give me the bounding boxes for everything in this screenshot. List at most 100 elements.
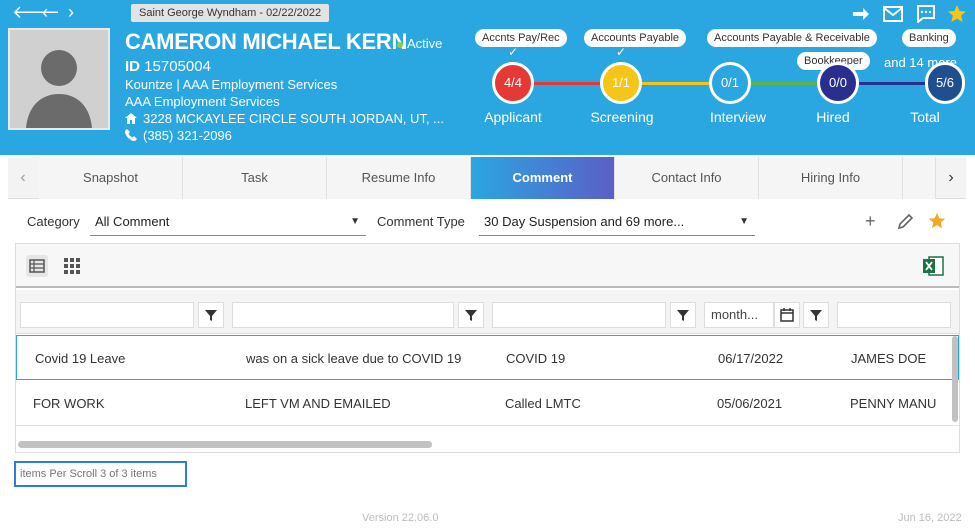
comment-title-cell: Covid 19 Leave bbox=[35, 351, 126, 366]
comment-type-cell: Called LMTC bbox=[505, 396, 581, 411]
category-select[interactable]: All Comment ▼ bbox=[90, 207, 366, 236]
avatar bbox=[8, 28, 110, 130]
location-chip: Saint George Wyndham - 02/22/2022 bbox=[131, 4, 330, 22]
mail-icon[interactable] bbox=[883, 5, 903, 23]
phone-line: (385) 321-2096 bbox=[125, 128, 232, 143]
version-text: Version 22.06.0 bbox=[362, 512, 439, 524]
excel-export-icon[interactable] bbox=[921, 254, 945, 278]
filter-button-type[interactable] bbox=[670, 302, 696, 328]
stage-label-interview: Interview bbox=[709, 109, 767, 125]
chevron-down-icon: ▼ bbox=[739, 216, 749, 227]
filter-input-title[interactable] bbox=[20, 302, 194, 328]
candidate-header: 🡐 ‹ › Saint George Wyndham - 02/22/2022 … bbox=[0, 0, 975, 155]
add-icon[interactable]: + bbox=[865, 212, 876, 230]
stage-applicant[interactable]: 4/4 bbox=[492, 62, 534, 104]
role-pill[interactable]: Accounts Payable & Receivable bbox=[707, 29, 877, 47]
grid-view-icon[interactable] bbox=[60, 254, 84, 278]
table-row[interactable]: Covid 19 Leave was on a sick leave due t… bbox=[16, 335, 959, 380]
vertical-scrollbar[interactable] bbox=[952, 336, 958, 422]
tab-contact-info[interactable]: Contact Info bbox=[615, 157, 759, 199]
comment-title-cell: FOR WORK bbox=[33, 396, 105, 411]
comment-grid: month... Covid 19 Leave was on a sick le… bbox=[15, 243, 960, 453]
tab-overflow bbox=[903, 157, 936, 199]
tab-comment[interactable]: Comment bbox=[471, 157, 615, 199]
role-pill[interactable]: Accounts Payable bbox=[584, 29, 687, 47]
tab-scroll-left-icon[interactable]: ‹ bbox=[8, 157, 38, 199]
star-icon[interactable] bbox=[947, 5, 967, 23]
filter-funnel-icon bbox=[810, 310, 822, 321]
comment-type-label: Comment Type bbox=[377, 214, 465, 229]
filter-button-comment[interactable] bbox=[458, 302, 484, 328]
filter-funnel-icon bbox=[205, 310, 217, 321]
calendar-icon bbox=[780, 308, 794, 322]
stage-screening[interactable]: 1/1 bbox=[600, 62, 642, 104]
comment-date-cell: 06/17/2022 bbox=[718, 351, 784, 366]
candidate-name: CAMERON MICHAEL KERN bbox=[125, 29, 408, 54]
next-chevron-icon[interactable]: › bbox=[68, 2, 74, 22]
person-silhouette-icon bbox=[10, 30, 108, 128]
footer-date: Jun 16, 2022 bbox=[898, 512, 962, 524]
role-pill[interactable]: Accnts Pay/Rec bbox=[475, 29, 567, 47]
list-view-icon[interactable] bbox=[25, 254, 49, 278]
filter-funnel-icon bbox=[465, 310, 477, 321]
company-line-2: AAA Employment Services bbox=[125, 94, 280, 109]
tab-hiring-info[interactable]: Hiring Info bbox=[759, 157, 903, 199]
tab-snapshot[interactable]: Snapshot bbox=[39, 157, 183, 199]
message-icon[interactable] bbox=[916, 5, 936, 23]
filter-button-title[interactable] bbox=[198, 302, 224, 328]
checkmark-icon: ✓ bbox=[616, 45, 627, 59]
stage-interview[interactable]: 0/1 bbox=[709, 62, 751, 104]
address-text: 3228 MCKAYLEE CIRCLE SOUTH JORDAN, UT, .… bbox=[143, 111, 444, 126]
status-dot-icon bbox=[397, 41, 403, 48]
share-arrow-icon[interactable] bbox=[851, 5, 871, 23]
id-label: ID bbox=[125, 58, 140, 75]
filter-button-date[interactable] bbox=[803, 302, 829, 328]
status-label: Active bbox=[407, 36, 443, 51]
stage-hired[interactable]: 0/0 bbox=[817, 62, 859, 104]
phone-icon bbox=[125, 129, 137, 141]
candidate-id: ID 15705004 bbox=[125, 58, 211, 75]
address-line: 3228 MCKAYLEE CIRCLE SOUTH JORDAN, UT, .… bbox=[125, 111, 444, 126]
status-badge: Active bbox=[397, 36, 442, 51]
tab-bar: ‹ Snapshot Task Resume Info Comment Cont… bbox=[8, 157, 966, 199]
grid-filter-row: month... bbox=[16, 290, 959, 334]
comment-text-cell: was on a sick leave due to COVID 19 bbox=[246, 351, 462, 366]
company-line: Kountze | AAA Employment Services bbox=[125, 77, 338, 92]
back-arrow-icon[interactable]: 🡐 bbox=[12, 2, 60, 22]
comment-type-select[interactable]: 30 Day Suspension and 69 more... ▼ bbox=[479, 207, 755, 236]
chevron-down-icon: ▼ bbox=[350, 216, 360, 227]
horizontal-scrollbar[interactable] bbox=[18, 441, 432, 448]
comment-user-cell: JAMES DOE bbox=[851, 351, 927, 366]
checkmark-icon: ✓ bbox=[508, 45, 519, 59]
filter-input-comment[interactable] bbox=[232, 302, 454, 328]
previous-chevron-icon[interactable]: ‹ bbox=[42, 2, 48, 22]
calendar-button[interactable] bbox=[774, 302, 800, 328]
comment-type-cell: COVID 19 bbox=[506, 351, 566, 366]
edit-pencil-icon[interactable] bbox=[897, 212, 915, 230]
category-label: Category bbox=[27, 214, 80, 229]
stage-label-total: Total bbox=[910, 109, 940, 125]
comment-panel: Category All Comment ▼ Comment Type 30 Da… bbox=[8, 199, 966, 493]
comment-text-cell: LEFT VM AND EMAILED bbox=[245, 396, 391, 411]
stage-label-hired: Hired bbox=[816, 109, 850, 125]
filter-input-date[interactable]: month... bbox=[704, 302, 774, 328]
phone-text: (385) 321-2096 bbox=[143, 128, 232, 143]
favorite-star-icon[interactable] bbox=[928, 212, 946, 230]
category-value: All Comment bbox=[95, 214, 170, 229]
filter-input-user[interactable] bbox=[837, 302, 951, 328]
stage-total[interactable]: 5/6 bbox=[925, 62, 965, 104]
filter-input-type[interactable] bbox=[492, 302, 666, 328]
role-pill[interactable]: Banking bbox=[902, 29, 956, 47]
home-icon bbox=[125, 113, 137, 124]
filter-funnel-icon bbox=[677, 310, 689, 321]
items-per-scroll: items Per Scroll 3 of 3 items bbox=[14, 461, 187, 487]
stage-label-applicant: Applicant bbox=[484, 109, 542, 125]
id-value: 15705004 bbox=[144, 58, 211, 75]
grid-toolbar bbox=[16, 244, 959, 288]
comment-type-value: 30 Day Suspension and 69 more... bbox=[484, 214, 685, 229]
tab-resume-info[interactable]: Resume Info bbox=[327, 157, 471, 199]
table-row[interactable]: FOR WORK LEFT VM AND EMAILED Called LMTC… bbox=[16, 381, 959, 426]
comment-date-cell: 05/06/2021 bbox=[717, 396, 783, 411]
tab-task[interactable]: Task bbox=[183, 157, 327, 199]
tab-scroll-right-icon[interactable]: › bbox=[936, 157, 966, 199]
